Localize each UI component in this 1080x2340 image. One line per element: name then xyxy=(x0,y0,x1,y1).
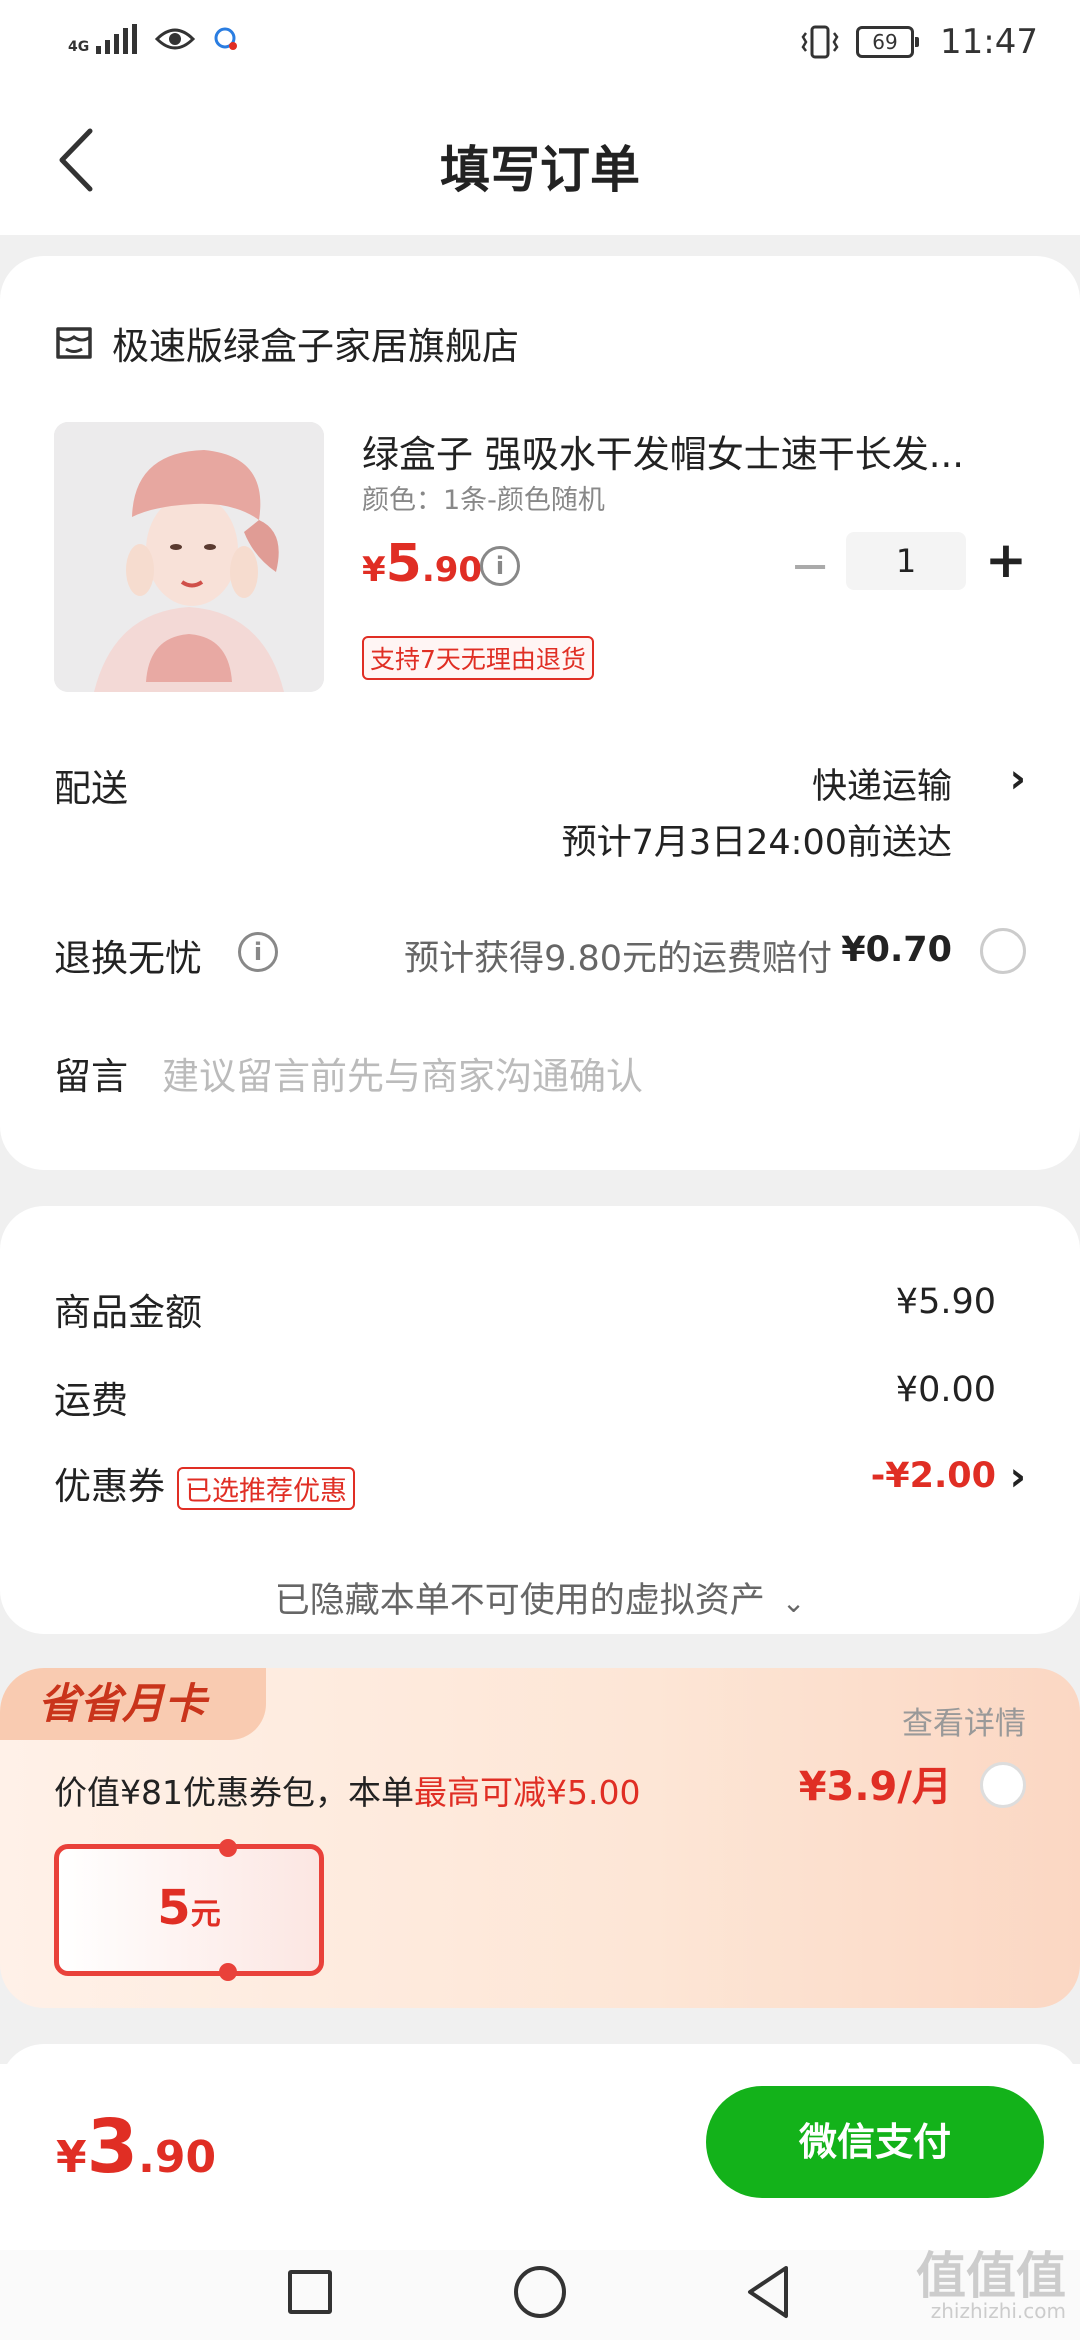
status-bar: 4G 69 11:47 xyxy=(0,0,1080,90)
signal-icon: 4G xyxy=(68,24,138,55)
page-header: 填写订单 xyxy=(0,90,1080,235)
promo-desc-highlight: 最高可减¥5.00 xyxy=(414,1773,641,1812)
ticket-value: 5 xyxy=(157,1880,191,1936)
coupon-row[interactable]: 优惠券 已选推荐优惠 xyxy=(54,1456,355,1510)
product-name[interactable]: 绿盒子 强吸水干发帽女士速干长发... xyxy=(362,424,1002,478)
delivery-eta: 预计7月3日24:00前送达 xyxy=(561,823,952,863)
total-price: ¥ 3 .90 xyxy=(56,2104,216,2190)
chevron-right-icon[interactable]: › xyxy=(1010,1454,1026,1500)
price-symbol: ¥ xyxy=(362,550,386,590)
quantity-increase-button[interactable]: + xyxy=(985,532,1027,592)
insurance-radio[interactable] xyxy=(980,928,1026,974)
notification-icon xyxy=(214,27,238,50)
goods-amount-value: ¥5.90 xyxy=(895,1282,996,1322)
promo-price: ¥3.9/月 xyxy=(798,1764,952,1810)
shop-header[interactable]: 极速版绿盒子家居旗舰店 xyxy=(54,316,519,370)
insurance-label: 退换无忧 xyxy=(54,937,202,980)
hidden-assets-text: 已隐藏本单不可使用的虚拟资产 xyxy=(274,1581,765,1621)
coupon-ticket: 5元 xyxy=(54,1839,324,1981)
price-decimal: .90 xyxy=(421,550,483,590)
promo-detail-link[interactable]: 查看详情 xyxy=(902,1698,1026,1743)
total-integer: 3 xyxy=(86,2104,139,2190)
shop-name: 极速版绿盒子家居旗舰店 xyxy=(112,325,519,368)
total-decimal: .90 xyxy=(138,2132,217,2183)
chevron-down-icon: ⌄ xyxy=(781,1586,806,1619)
order-card: 极速版绿盒子家居旗舰店 绿盒子 强吸水干发帽女士速干长发... 颜色：1条-颜色… xyxy=(0,256,1080,1170)
shipping-value: ¥0.00 xyxy=(895,1370,996,1410)
promo-description: 价值¥81优惠券包，本单最高可减¥5.00 xyxy=(54,1766,640,1814)
watermark-sub: zhizhizhi.com xyxy=(930,2299,1066,2323)
page-title: 填写订单 xyxy=(440,141,640,199)
quantity-input[interactable]: 1 xyxy=(846,532,966,590)
recent-apps-button[interactable] xyxy=(288,2270,332,2314)
wechat-pay-button[interactable]: 微信支付 xyxy=(706,2086,1044,2198)
price-integer: 5 xyxy=(385,534,422,594)
clock: 11:47 xyxy=(940,22,1038,62)
insurance-desc: 预计获得9.80元的运费赔付 xyxy=(404,939,832,979)
promo-desc-prefix: 价值¥81优惠券包，本单 xyxy=(54,1773,414,1812)
shipping-label: 运费 xyxy=(54,1379,128,1422)
total-symbol: ¥ xyxy=(56,2132,87,2183)
return-policy-badge: 支持7天无理由退货 xyxy=(362,636,594,680)
coupon-label: 优惠券 xyxy=(54,1465,165,1508)
home-button[interactable] xyxy=(514,2266,566,2318)
product-spec: 颜色：1条-颜色随机 xyxy=(362,485,605,516)
chevron-right-icon[interactable]: › xyxy=(1010,756,1026,802)
quantity-decrease-button[interactable]: − xyxy=(790,536,830,596)
summary-card: 商品金额 ¥5.90 运费 ¥0.00 优惠券 已选推荐优惠 -¥2.00 › 已… xyxy=(0,1206,1080,1634)
hidden-assets-toggle[interactable]: 已隐藏本单不可使用的虚拟资产 ⌄ xyxy=(0,1572,1080,1623)
goods-amount-label: 商品金额 xyxy=(54,1291,202,1334)
delivery-method[interactable]: 快递运输 xyxy=(812,758,952,809)
ticket-unit: 元 xyxy=(190,1897,221,1932)
network-type: 4G xyxy=(68,39,90,55)
nav-back-icon[interactable] xyxy=(744,2264,792,2320)
eye-icon xyxy=(155,28,196,50)
insurance-info-icon[interactable]: i xyxy=(238,932,278,972)
watermark: 值值值 zhizhizhi.com xyxy=(916,2251,1066,2323)
watermark-main: 值值值 xyxy=(916,2247,1066,2305)
coupon-value[interactable]: -¥2.00 xyxy=(871,1456,996,1496)
vibrate-icon xyxy=(801,25,839,59)
info-icon[interactable]: i xyxy=(480,546,520,586)
message-input[interactable]: 建议留言前先与商家沟通确认 xyxy=(162,1046,643,1100)
product-price: ¥ 5 .90 xyxy=(362,534,482,594)
checkout-bar: ¥ 3 .90 微信支付 xyxy=(0,2064,1080,2250)
promo-tag: 省省月卡 xyxy=(0,1668,266,1740)
battery-icon: 69 xyxy=(856,26,920,58)
promo-radio[interactable] xyxy=(980,1762,1026,1808)
product-image[interactable] xyxy=(54,422,324,692)
monthly-card-promo: 省省月卡 查看详情 价值¥81优惠券包，本单最高可减¥5.00 ¥3.9/月 5… xyxy=(0,1668,1080,2008)
coupon-badge: 已选推荐优惠 xyxy=(177,1467,355,1510)
insurance-price: ¥0.70 xyxy=(841,930,952,970)
message-label: 留言 xyxy=(54,1055,128,1098)
shop-icon xyxy=(56,327,92,359)
delivery-label: 配送 xyxy=(54,767,128,810)
